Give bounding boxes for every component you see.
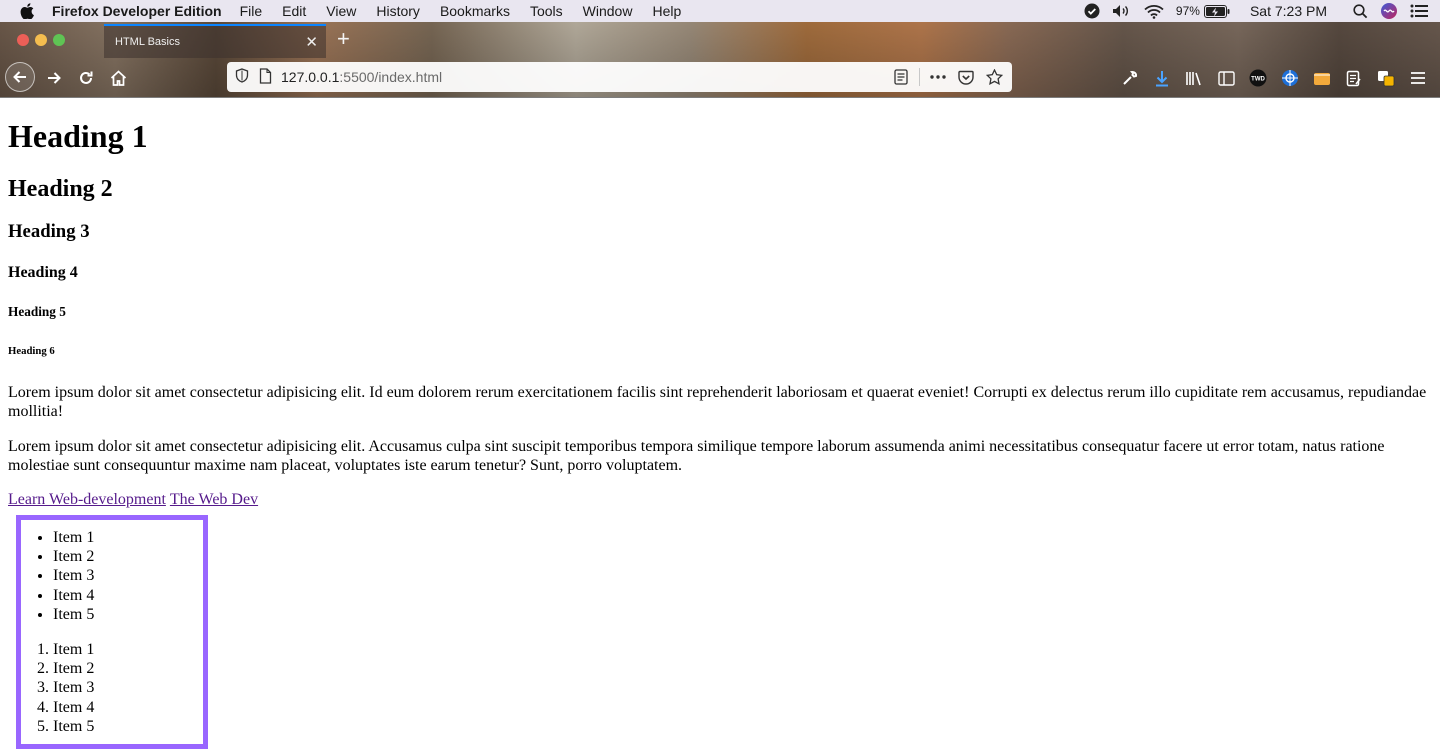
url-path: :5500/index.html [339,69,443,85]
battery-status[interactable]: 97% [1176,4,1230,18]
forward-button[interactable] [40,64,68,92]
sidebar-toggle-icon[interactable] [1210,70,1242,86]
tab-close-icon[interactable]: ✕ [305,33,318,51]
menu-tools[interactable]: Tools [530,3,563,19]
list-item: Item 5 [53,605,203,624]
menu-edit[interactable]: Edit [282,3,306,19]
close-window-button[interactable] [17,34,29,46]
list-item: Item 2 [53,547,203,566]
spotlight-search-icon[interactable] [1353,3,1368,19]
reload-icon [80,71,93,84]
page-content: Heading 1 Heading 2 Heading 3 Heading 4 … [8,97,1432,749]
the-web-dev-link[interactable]: The Web Dev [170,491,258,508]
browser-chrome: HTML Basics ✕ + 127.0.0.1:5500/index.htm… [0,22,1440,98]
learn-web-development-link[interactable]: Learn Web-development [8,491,166,508]
reload-button[interactable] [72,64,100,92]
library-icon[interactable] [1178,71,1210,86]
checkmark-status-icon[interactable] [1084,3,1100,19]
battery-percentage: 97% [1175,4,1200,18]
reader-view-icon[interactable] [887,69,915,85]
forward-arrow-icon [48,72,61,84]
heading-6: Heading 6 [8,345,55,357]
clock[interactable]: Sat 7:23 PM [1250,3,1327,19]
menu-history[interactable]: History [376,3,420,19]
menu-app-name[interactable]: Firefox Developer Edition [52,3,222,19]
globe-extension-icon[interactable] [1274,69,1306,87]
paragraph-1: Lorem ipsum dolor sit amet consectetur a… [8,384,1427,420]
list-item: Item 3 [53,678,203,697]
heading-5: Heading 5 [8,304,66,319]
apple-menu-icon[interactable] [20,3,38,19]
back-button[interactable] [5,62,35,92]
links-row: Learn Web-development The Web Dev [8,491,1432,509]
new-tab-button[interactable]: + [337,28,350,50]
zoom-window-button[interactable] [53,34,65,46]
svg-text:TWD: TWD [1251,77,1265,83]
menu-file[interactable]: File [240,3,263,19]
bookmark-star-icon[interactable] [980,69,1008,85]
heading-1: Heading 1 [8,118,148,154]
url-bar-separator [919,68,920,86]
battery-icon [1203,4,1230,18]
list-item: Item 3 [53,566,203,585]
list-item: Item 1 [53,640,203,659]
url-bar[interactable]: 127.0.0.1:5500/index.html [227,62,1012,92]
tracking-protection-shield-icon[interactable] [235,68,249,86]
notes-extension-icon[interactable] [1338,70,1370,87]
hamburger-menu-icon[interactable] [1402,71,1434,85]
list-item: Item 1 [53,528,203,547]
heading-4: Heading 4 [8,264,78,281]
tab-strip: HTML Basics ✕ + [0,22,1440,58]
highlighted-lists-box: Item 1 Item 2 Item 3 Item 4 Item 5 Item … [16,515,208,749]
list-item: Item 2 [53,659,203,678]
menu-window[interactable]: Window [583,3,633,19]
siri-icon[interactable] [1380,2,1398,20]
volume-icon[interactable] [1112,4,1132,18]
wifi-icon[interactable] [1144,4,1164,19]
list-item: Item 5 [53,717,203,736]
page-actions-menu-icon[interactable] [924,75,952,79]
list-item: Item 4 [53,586,203,605]
list-item: Item 4 [53,698,203,717]
back-arrow-icon [13,71,26,83]
tab-title: HTML Basics [115,36,180,48]
folder-extension-icon[interactable] [1306,70,1338,86]
unordered-list: Item 1 Item 2 Item 3 Item 4 Item 5 [21,528,203,624]
menu-bookmarks[interactable]: Bookmarks [440,3,510,19]
page-info-icon[interactable] [259,67,272,87]
macos-menu-bar: Firefox Developer Edition File Edit View… [0,0,1440,22]
heading-3: Heading 3 [8,221,90,242]
minimize-window-button[interactable] [35,34,47,46]
toolbar-icons: TWD [1114,64,1434,92]
downloads-icon[interactable] [1146,70,1178,87]
ordered-list: Item 1 Item 2 Item 3 Item 4 Item 5 [21,640,203,736]
heading-2: Heading 2 [8,176,113,202]
twd-extension-icon[interactable]: TWD [1242,69,1274,87]
menu-view[interactable]: View [326,3,356,19]
notification-center-icon[interactable] [1410,4,1428,18]
home-icon [110,70,126,86]
devtools-wrench-icon[interactable] [1114,70,1146,86]
navigation-bar: 127.0.0.1:5500/index.html TWD [0,58,1440,97]
paragraph-2: Lorem ipsum dolor sit amet consectetur a… [8,438,1385,474]
home-button[interactable] [104,64,132,92]
translate-extension-icon[interactable] [1370,70,1402,87]
menu-help[interactable]: Help [652,3,681,19]
url-host: 127.0.0.1 [281,69,340,85]
pocket-icon[interactable] [952,70,980,85]
tab-html-basics[interactable]: HTML Basics ✕ [104,24,326,58]
